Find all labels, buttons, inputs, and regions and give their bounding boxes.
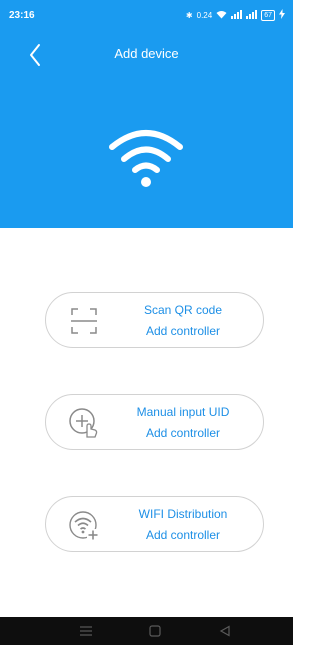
menu-icon[interactable] (79, 625, 93, 637)
wifi-distribution-option[interactable]: WIFI Distribution Add controller (45, 496, 264, 552)
wifi-status-icon (216, 10, 227, 21)
wifi-add-icon (69, 511, 99, 541)
status-icons: ✱ 0.24 67 (186, 9, 285, 21)
home-icon[interactable] (148, 625, 162, 637)
bluetooth-icon: ✱ (185, 10, 193, 20)
system-nav-bar (0, 617, 293, 645)
battery-indicator: 67 (261, 9, 275, 21)
status-bar: 23:16 ✱ 0.24 67 (0, 0, 293, 30)
manual-uid-subtitle: Add controller (145, 426, 221, 440)
wifi-distribution-text: WIFI Distribution Add controller (108, 506, 258, 544)
scan-qr-title: Scan QR code (143, 303, 223, 317)
signal-icon-2 (246, 9, 258, 21)
wifi-distribution-title: WIFI Distribution (138, 507, 228, 521)
status-time: 23:16 (9, 10, 35, 21)
scan-qr-text: Scan QR code Add controller (108, 302, 258, 340)
manual-uid-title: Manual input UID (136, 405, 230, 419)
page-title: Add device (114, 46, 179, 61)
wifi-distribution-subtitle: Add controller (145, 528, 221, 542)
scan-qr-subtitle: Add controller (145, 324, 221, 338)
touch-add-icon (69, 408, 98, 438)
manual-uid-option[interactable]: Manual input UID Add controller (45, 394, 264, 450)
back-triangle-icon[interactable] (218, 625, 232, 637)
header: Add device (0, 30, 293, 228)
manual-uid-text: Manual input UID Add controller (108, 404, 258, 442)
wifi-icon (109, 130, 183, 187)
charging-icon (279, 9, 285, 21)
signal-icon (231, 9, 243, 21)
net-speed: 0.24 (196, 10, 213, 20)
qr-scan-icon (71, 308, 97, 334)
scan-qr-option[interactable]: Scan QR code Add controller (45, 292, 264, 348)
